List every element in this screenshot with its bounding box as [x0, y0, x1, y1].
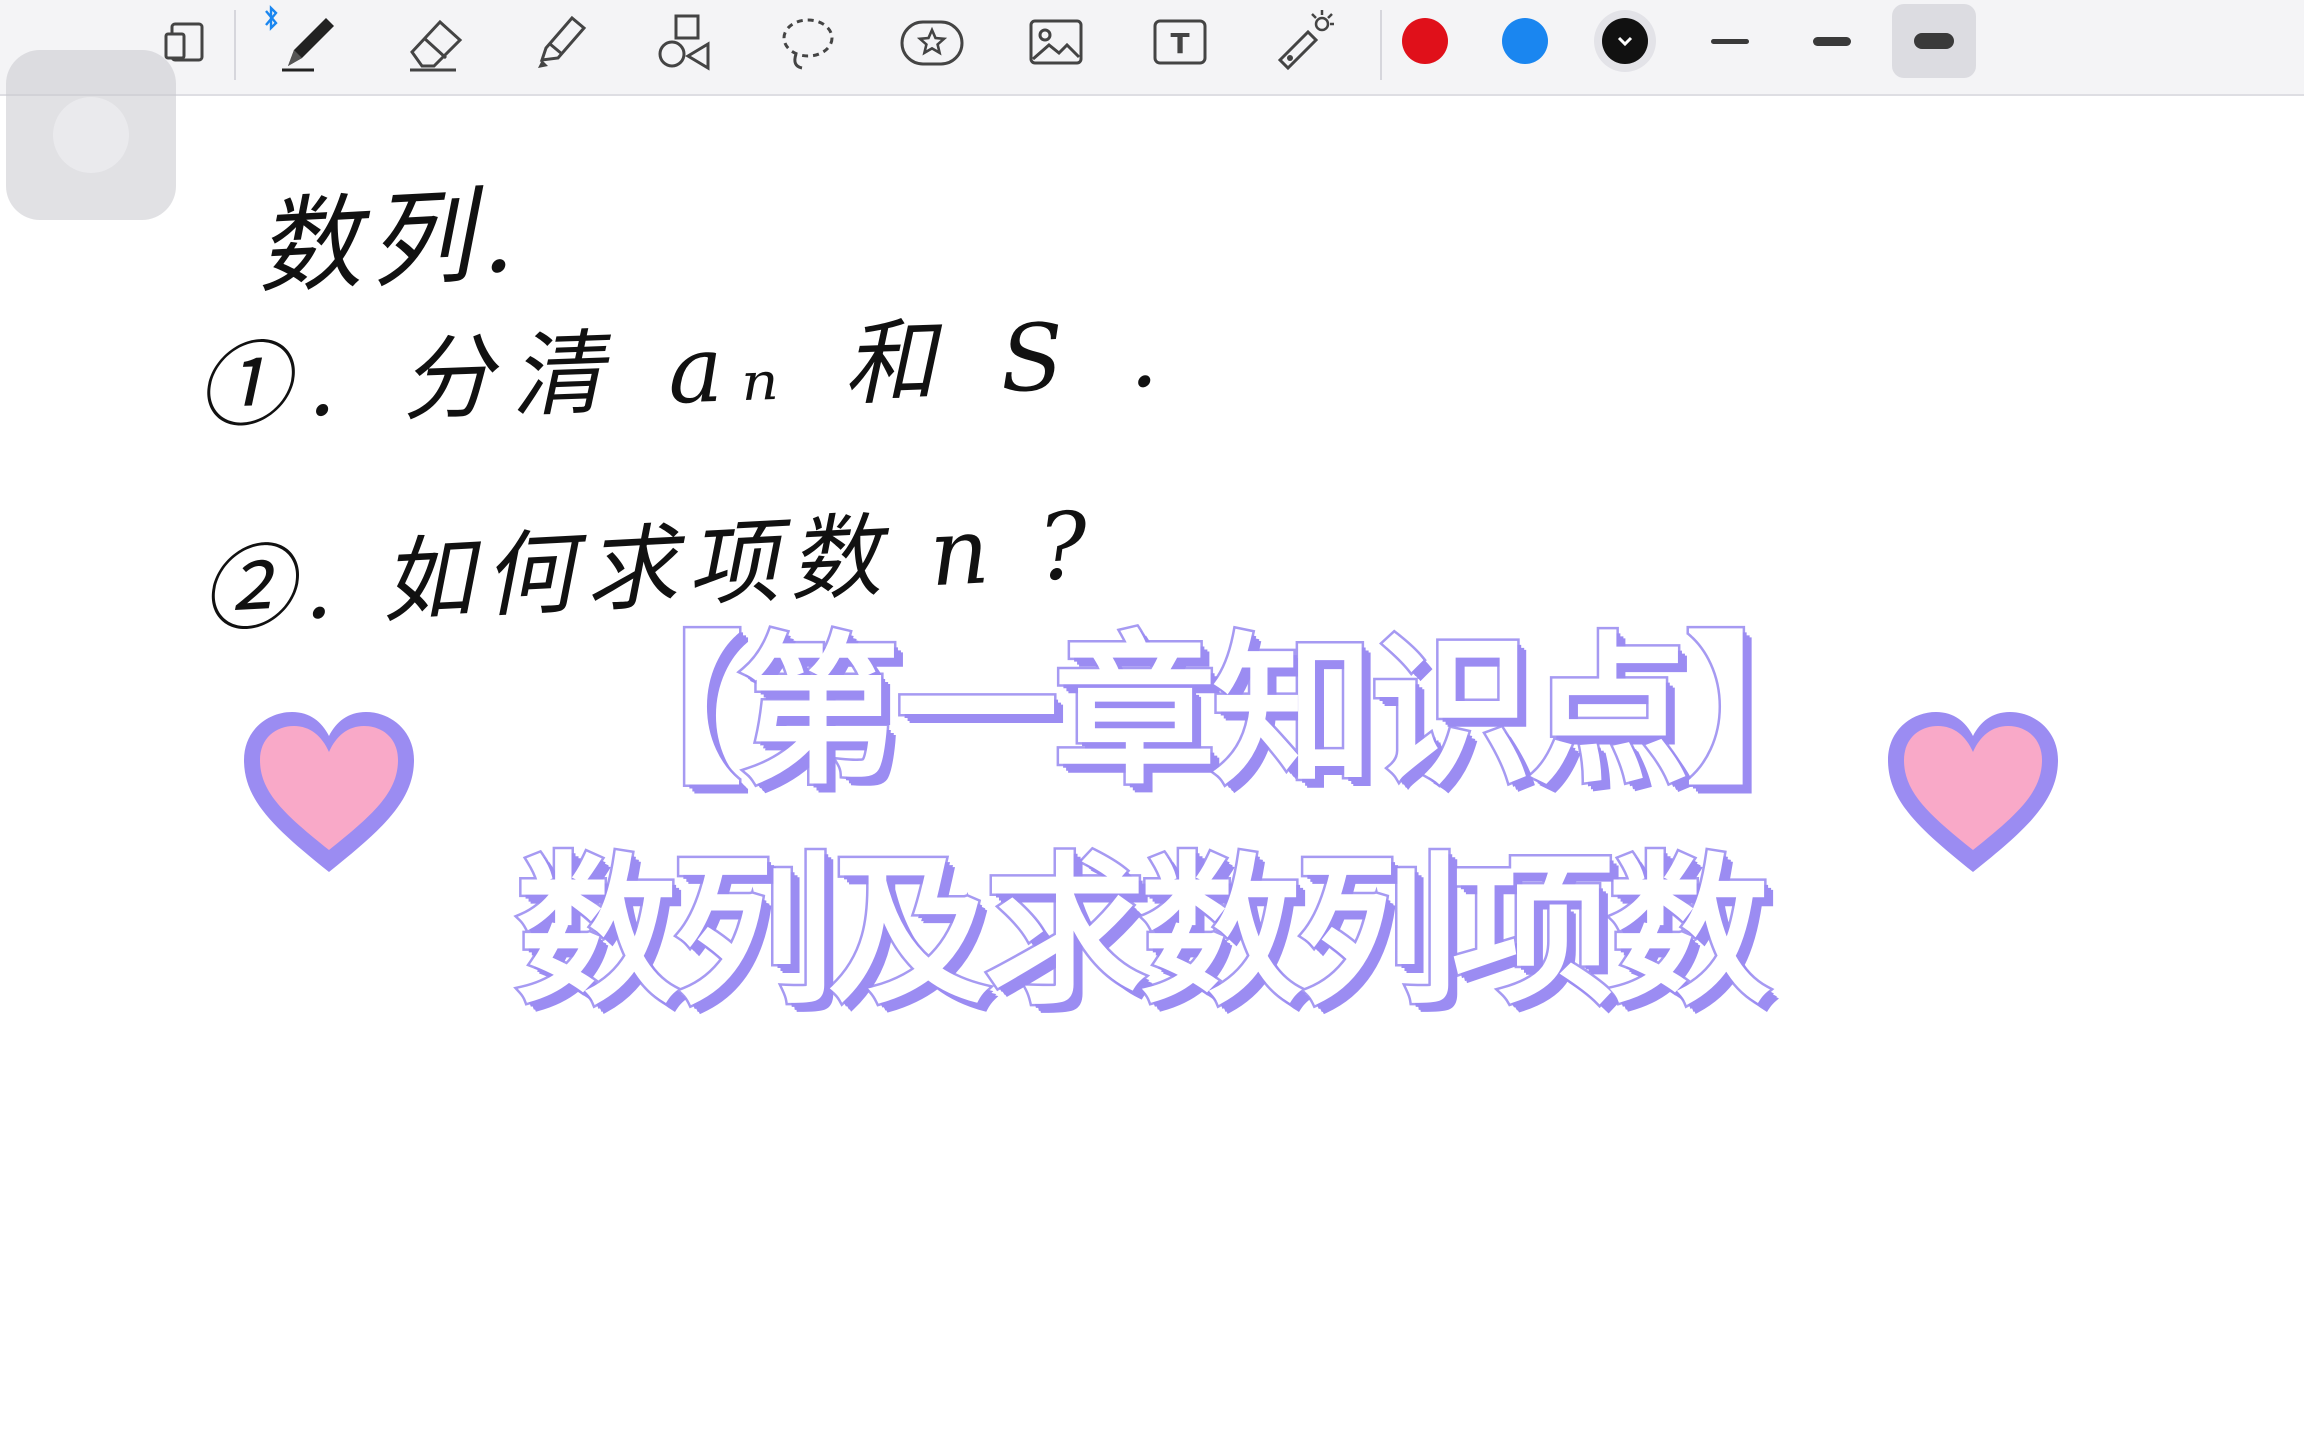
- notes-app-window: T 数列. ①. 分清 aₙ 和 S . ②. 如何求项数 n ? 【第一章知识…: [0, 0, 2304, 1440]
- lasso-tool-button[interactable]: [766, 6, 850, 78]
- image-icon: [1029, 19, 1083, 65]
- toolbar-divider: [234, 10, 236, 80]
- banner-chapter-title: 【第一章知识点】: [578, 617, 1851, 810]
- color-swatch-black-selected[interactable]: [1594, 10, 1656, 72]
- sticker-tool-button[interactable]: [890, 6, 974, 78]
- pen-icon: [282, 18, 334, 72]
- color-swatch-red[interactable]: [1402, 18, 1448, 64]
- chevron-down-icon: [1617, 36, 1633, 47]
- text-tool-button[interactable]: T: [1138, 6, 1222, 78]
- laser-pointer-button[interactable]: [1262, 6, 1346, 78]
- assistive-touch-dot: [53, 97, 129, 173]
- stroke-thin-indicator: [1711, 38, 1749, 44]
- assistive-touch-button[interactable]: [6, 50, 176, 220]
- eraser-tool-button[interactable]: [394, 6, 478, 78]
- handwritten-title: 数列.: [253, 173, 525, 309]
- insert-image-button[interactable]: [1014, 6, 1098, 78]
- banner-topic-title: 数列及求数列项数: [514, 837, 1773, 1030]
- drawing-toolbar: T: [0, 0, 2304, 96]
- eraser-icon: [410, 19, 463, 72]
- stroke-medium-indicator: [1813, 36, 1851, 46]
- shapes-tool-button[interactable]: [642, 6, 726, 78]
- highlighter-icon: [538, 15, 587, 68]
- heart-icon: [1888, 712, 2058, 872]
- stroke-width-medium[interactable]: [1790, 4, 1874, 78]
- stroke-width-thick[interactable]: [1892, 4, 1976, 78]
- toolbar-divider: [1380, 10, 1382, 80]
- highlighter-tool-button[interactable]: [518, 6, 602, 78]
- text-tool-glyph: T: [1170, 27, 1189, 60]
- stroke-thick-indicator: [1914, 33, 1954, 49]
- sticker-star-icon: [900, 20, 964, 66]
- pen-tool-button[interactable]: [268, 6, 352, 78]
- heart-icon: [244, 712, 414, 872]
- lasso-icon: [782, 18, 834, 70]
- laser-pointer-icon: [1277, 10, 1334, 71]
- stroke-width-thin[interactable]: [1688, 4, 1772, 78]
- text-box-icon: T: [1153, 19, 1207, 65]
- color-swatch-blue[interactable]: [1502, 18, 1548, 64]
- shapes-icon: [658, 14, 710, 71]
